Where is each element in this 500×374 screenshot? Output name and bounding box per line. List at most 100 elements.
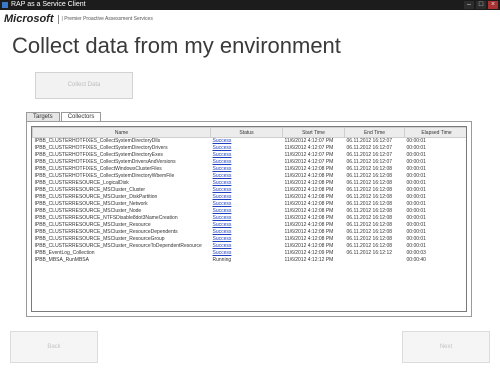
table-row[interactable]: IPBB_CLUSTERRESOURCE_MSCluster_ResourceT… [33, 243, 467, 250]
cell-start-time: 11/6/2012 4:12:08 PM [284, 187, 334, 193]
cell-name: IPBB_CLUSTERHOTFIXES_CollectSystemDirect… [34, 145, 168, 151]
status-link[interactable]: Success [213, 250, 232, 256]
cell-start-time: 11/6/2012 4:12:07 PM [284, 138, 334, 144]
maximize-icon[interactable]: □ [476, 1, 486, 9]
cell-elapsed-time: 00:00:01 [406, 215, 426, 221]
status-link[interactable]: Success [213, 187, 232, 193]
cell-start-time: 11/6/2012 4:12:08 PM [284, 208, 334, 214]
status-link[interactable]: Success [213, 145, 232, 151]
cell-name: IPBB_MBSA_RunMBSA [34, 257, 89, 263]
table-row[interactable]: IPBB_CLUSTERHOTFIXES_CollectWindowsClust… [33, 166, 467, 173]
table-row[interactable]: IPBB_EventLog_Collection Success 11/6/2012… [33, 250, 467, 257]
status-link[interactable]: Success [213, 222, 232, 228]
column-header-name[interactable]: Name [32, 127, 211, 138]
cell-end-time: 06.11.2012 16:12:07 [346, 159, 393, 165]
app-icon [2, 2, 8, 8]
status-link[interactable]: Success [213, 173, 232, 179]
table-row[interactable]: IPBB_CLUSTERHOTFIXES_CollectSystemDriver… [33, 159, 467, 166]
cell-name: IPBB_CLUSTERHOTFIXES_CollectSystemDriver… [34, 159, 176, 165]
status-link[interactable]: Success [213, 208, 232, 214]
cell-name: IPBB_CLUSTERRESOURCE_MSCluster_ResourceT… [34, 243, 202, 249]
product-name: | Premier Proactive Assessment Services [61, 16, 153, 22]
cell-status: Success [211, 194, 283, 201]
table-header-row: Name Status Start Time End Time Elapsed … [32, 127, 466, 138]
cell-name: IPBB_CLUSTERHOTFIXES_CollectWindowsClust… [34, 166, 162, 172]
table-row[interactable]: IPBB_MBSA_RunMBSA Running 11/6/2012 4:12:1… [33, 257, 467, 264]
cell-elapsed-time: 00:00:03 [406, 250, 426, 256]
cell-name: IPBB_CLUSTERRESOURCE_MSCluster_Cluster [34, 187, 146, 193]
cell-start-time: 11/6/2012 4:12:08 PM [284, 215, 334, 221]
cell-end-time: 06.11.2012 16:12:08 [346, 180, 393, 186]
table-row[interactable]: IPBB_CLUSTERRESOURCE_NTFSDisable8dot3Nam… [33, 215, 467, 222]
cell-start-time: 11/6/2012 4:12:08 PM [284, 180, 334, 186]
cell-name: IPBB_CLUSTERRESOURCE_LogicalDisk [34, 180, 129, 186]
cell-elapsed-time: 00:00:01 [406, 194, 426, 200]
cell-start-time: 11/6/2012 4:12:08 PM [284, 173, 334, 179]
table-row[interactable]: IPBB_CLUSTERHOTFIXES_CollectSystemDirect… [33, 152, 467, 159]
table-row[interactable]: IPBB_CLUSTERRESOURCE_MSCluster_DiskParti… [33, 194, 467, 201]
status-link[interactable]: Success [213, 180, 232, 186]
table-row[interactable]: IPBB_CLUSTERRESOURCE_MSCluster_ResourceD… [33, 229, 467, 236]
cell-start-time: 11/6/2012 4:12:07 PM [284, 159, 334, 165]
cell-elapsed-time: 00:00:01 [406, 166, 426, 172]
cell-end-time: 06.11.2012 16:12:08 [346, 215, 393, 221]
table-row[interactable]: IPBB_CLUSTERRESOURCE_MSCluster_Cluster Su… [33, 187, 467, 194]
close-icon[interactable]: × [488, 1, 498, 9]
cell-name: IPBB_CLUSTERRESOURCE_MSCluster_DiskParti… [34, 194, 158, 200]
cell-status: Success [211, 222, 283, 229]
table-row[interactable]: IPBB_CLUSTERRESOURCE_MSCluster_Node Succe… [33, 208, 467, 215]
cell-elapsed-time: 00:00:01 [406, 173, 426, 179]
table-row[interactable]: IPBB_CLUSTERHOTFIXES_CollectSystemDirect… [33, 145, 467, 152]
table-row[interactable]: IPBB_CLUSTERRESOURCE_LogicalDisk Success 1… [33, 180, 467, 187]
collect-data-button[interactable]: Collect Data [35, 72, 133, 99]
cell-end-time: 06.11.2012 16:12:07 [346, 145, 393, 151]
table-row[interactable]: IPBB_CLUSTERRESOURCE_MSCluster_ResourceG… [33, 236, 467, 243]
cell-elapsed-time: 00:00:01 [406, 159, 426, 165]
cell-end-time [345, 257, 405, 264]
cell-elapsed-time: 00:00:01 [406, 222, 426, 228]
table-row[interactable]: IPBB_CLUSTERHOTFIXES_CollectSystemDirect… [33, 173, 467, 180]
column-header-end-time[interactable]: End Time [344, 127, 405, 138]
cell-status: Success [211, 180, 283, 187]
column-header-start-time[interactable]: Start Time [282, 127, 345, 138]
table-row[interactable]: IPBB_CLUSTERRESOURCE_MSCluster_Network Su… [33, 201, 467, 208]
cell-end-time: 06.11.2012 16:12:12 [346, 250, 393, 256]
minimize-icon[interactable]: – [464, 1, 474, 9]
cell-status: Success [211, 173, 283, 180]
cell-end-time: 06.11.2012 16:12:08 [346, 201, 393, 207]
table-row[interactable]: IPBB_CLUSTERRESOURCE_MSCluster_Resource S… [33, 222, 467, 229]
cell-name: IPBB_CLUSTERHOTFIXES_CollectSystemDirect… [34, 152, 163, 158]
status-link[interactable]: Success [213, 215, 232, 221]
cell-elapsed-time: 00:00:01 [406, 180, 426, 186]
cell-status: Success [211, 166, 283, 173]
cell-name: IPBB_CLUSTERHOTFIXES_CollectSystemDirect… [34, 138, 161, 144]
table-row[interactable]: IPBB_CLUSTERHOTFIXES_CollectSystemDirect… [33, 138, 467, 146]
cell-start-time: 11/6/2012 4:12:12 PM [284, 257, 334, 263]
status-link[interactable]: Success [213, 138, 232, 144]
cell-start-time: 11/6/2012 4:12:08 PM [284, 243, 334, 249]
cell-elapsed-time: 00:00:01 [406, 145, 426, 151]
cell-start-time: 11/6/2012 4:12:08 PM [284, 236, 334, 242]
status-link[interactable]: Success [213, 229, 232, 235]
cell-start-time: 11/6/2012 4:12:08 PM [284, 222, 334, 228]
cell-elapsed-time: 00:00:01 [406, 229, 426, 235]
status-link[interactable]: Success [213, 243, 232, 249]
back-button[interactable]: Back [10, 331, 98, 363]
cell-end-time: 06.11.2012 16:12:08 [346, 187, 393, 193]
cell-elapsed-time: 00:00:01 [406, 187, 426, 193]
cell-status: Success [211, 201, 283, 208]
cell-end-time: 06.11.2012 16:12:08 [346, 166, 393, 172]
cell-start-time: 11/6/2012 4:12:09 PM [284, 250, 334, 256]
status-link[interactable]: Success [213, 166, 232, 172]
cell-start-time: 11/6/2012 4:12:08 PM [284, 201, 334, 207]
status-link[interactable]: Success [213, 194, 232, 200]
next-button[interactable]: Next [402, 331, 490, 363]
column-header-elapsed-time[interactable]: Elapsed Time [404, 127, 466, 138]
cell-start-time: 11/6/2012 4:12:08 PM [284, 194, 334, 200]
status-link[interactable]: Success [213, 236, 232, 242]
column-header-status[interactable]: Status [210, 127, 283, 138]
status-link[interactable]: Success [213, 152, 232, 158]
status-link[interactable]: Success [213, 201, 232, 207]
status-link[interactable]: Success [213, 159, 232, 165]
window-controls: – □ × [464, 1, 498, 9]
